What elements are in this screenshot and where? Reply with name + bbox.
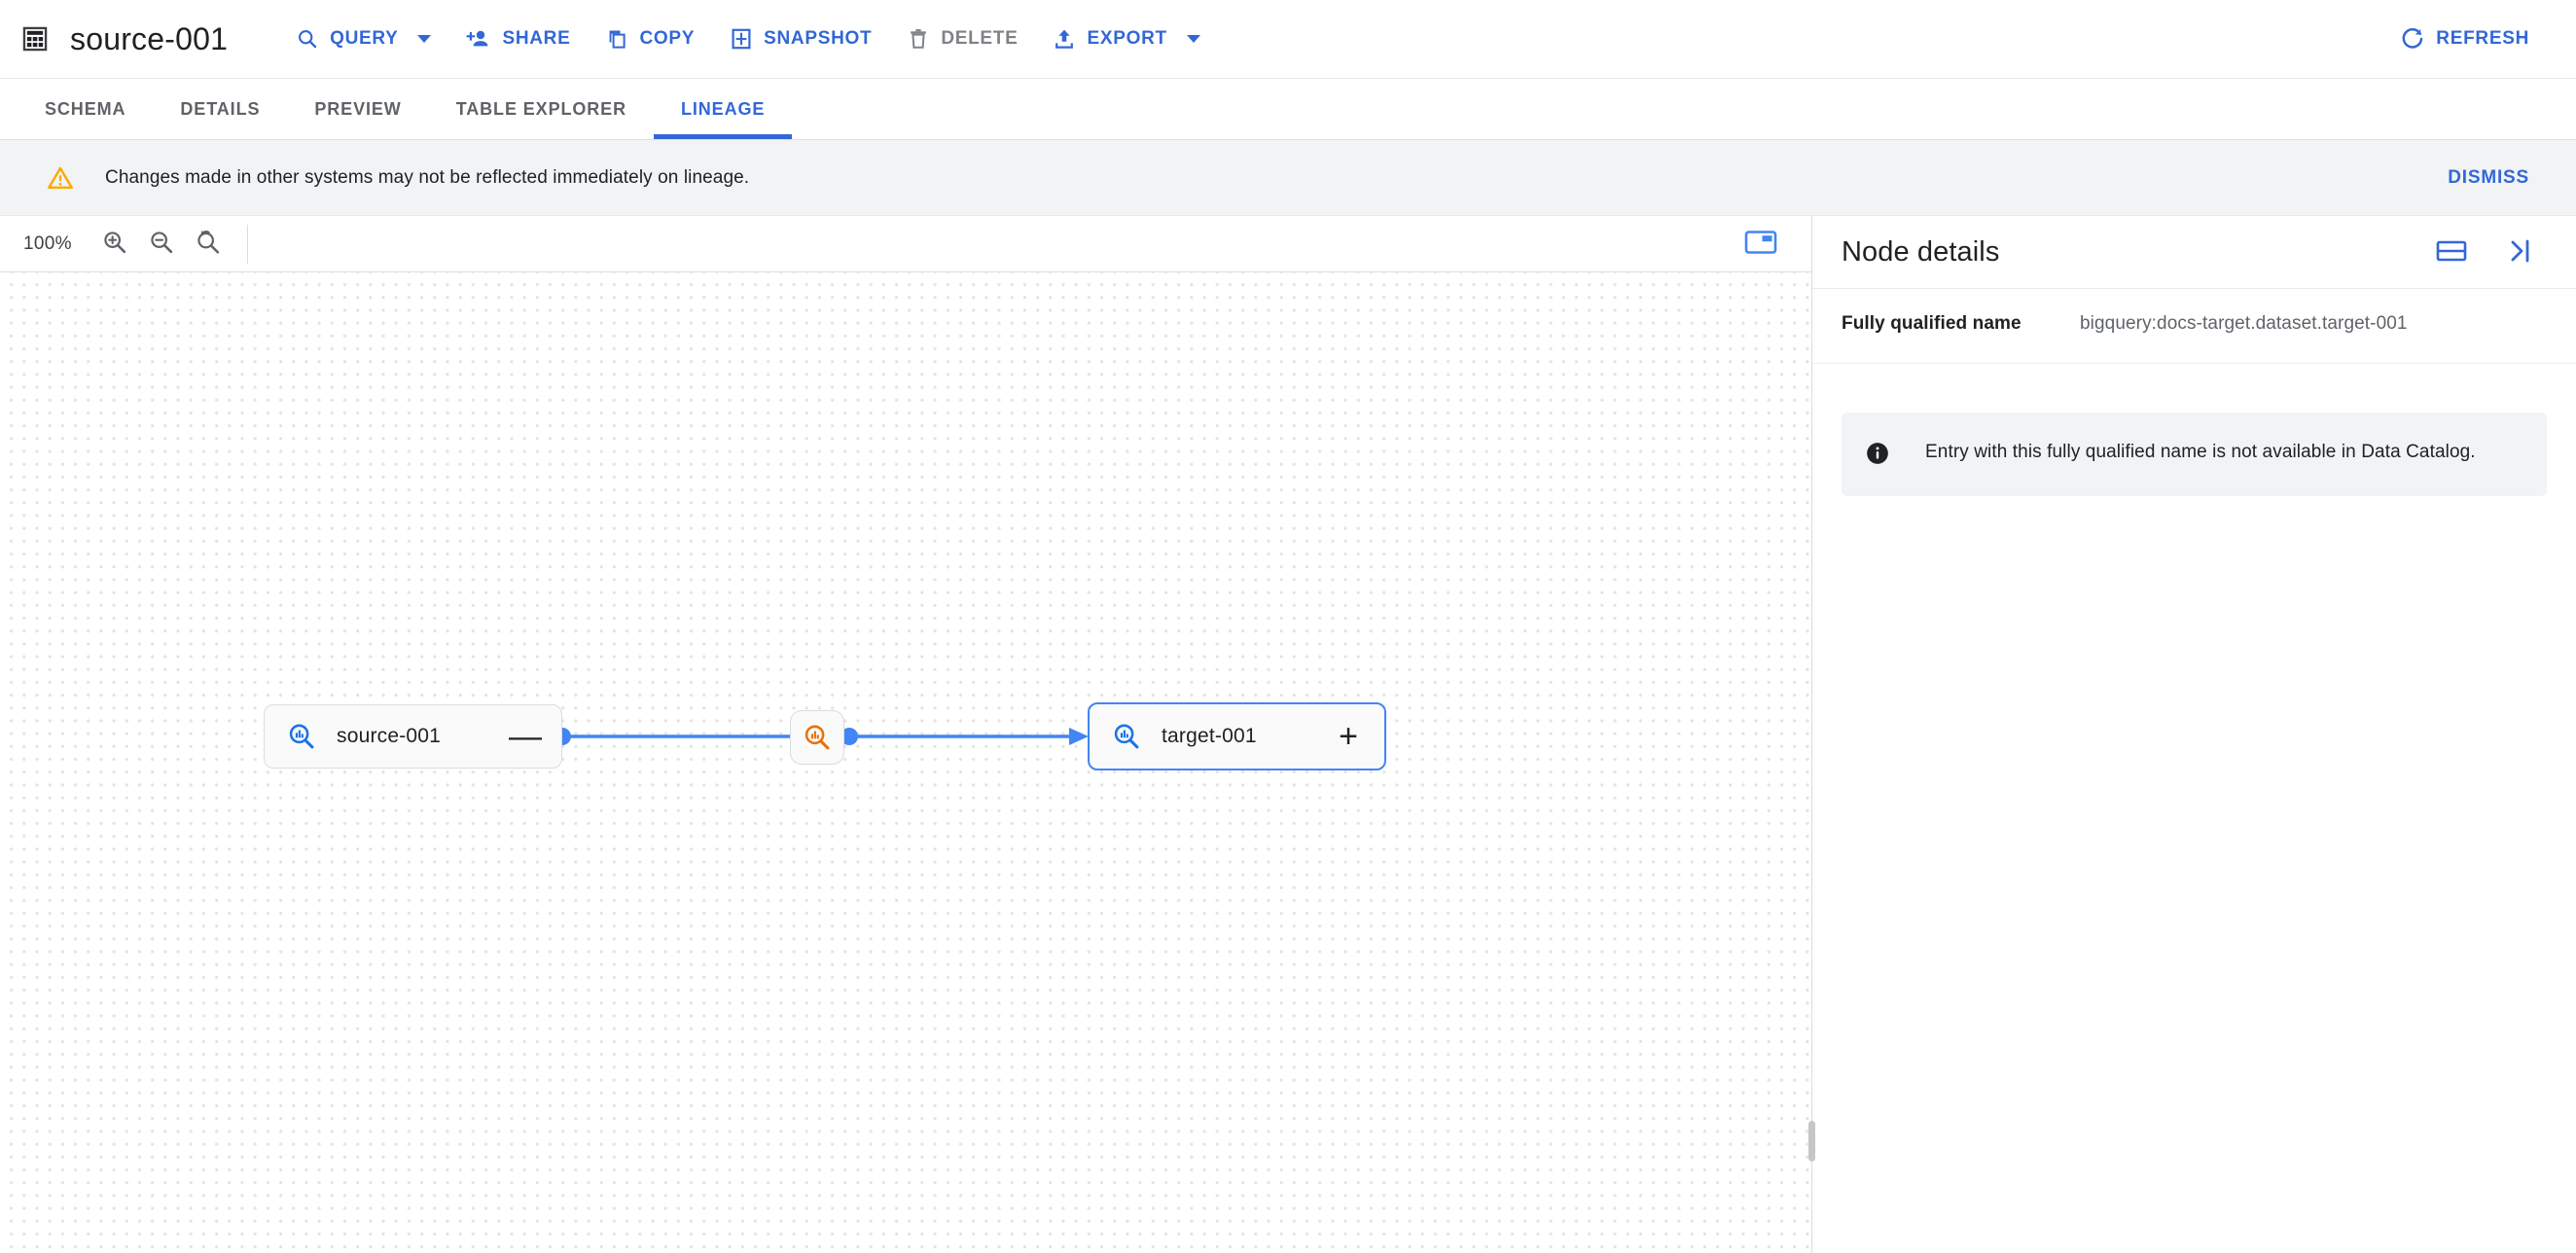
export-button[interactable]: EXPORT — [1035, 10, 1217, 68]
detail-row-fully-qualified-name: Fully qualified name bigquery:docs-targe… — [1812, 289, 2576, 364]
banner-message: Changes made in other systems may not be… — [105, 166, 750, 188]
detail-key: Fully qualified name — [1842, 313, 2021, 334]
zoom-level-label: 100% — [23, 233, 72, 254]
panel-resize-handle[interactable] — [1808, 1121, 1815, 1162]
zoom-in-button[interactable] — [91, 221, 138, 268]
lineage-graph-pane: 100% source-001 — target-001 + — [0, 216, 1811, 1253]
graph-node-target-001[interactable]: target-001 + — [1088, 702, 1386, 770]
export-icon — [1053, 27, 1076, 51]
graph-node-source-001[interactable]: source-001 — — [264, 704, 562, 769]
copy-icon — [605, 27, 628, 51]
export-label: EXPORT — [1087, 28, 1167, 49]
trash-icon — [907, 27, 930, 51]
graph-layer: source-001 — target-001 + — [0, 272, 1811, 1253]
panel-divider — [1808, 216, 1815, 1253]
title-group: source-001 — [21, 21, 228, 57]
top-toolbar: source-001 QUERY SHARE COPY SNAPSHOT DEL… — [0, 0, 2576, 79]
data-catalog-icon — [1111, 721, 1142, 752]
edge-process-to-target — [841, 728, 1089, 745]
refresh-label: REFRESH — [2436, 28, 2529, 49]
detail-value: bigquery:docs-target.dataset.target-001 — [2080, 313, 2408, 334]
info-message: Entry with this fully qualified name is … — [1925, 441, 2476, 462]
zoom-reset-icon — [195, 229, 222, 259]
data-catalog-icon — [286, 721, 317, 752]
toolbar-right: REFRESH — [2382, 10, 2547, 68]
toolbar-divider — [246, 224, 248, 264]
delete-button[interactable]: DELETE — [889, 10, 1035, 68]
share-button[interactable]: SHARE — [448, 10, 588, 68]
toolbar-actions: QUERY SHARE COPY SNAPSHOT DELETE EXPORT — [278, 10, 1218, 68]
copy-button[interactable]: COPY — [588, 10, 712, 68]
zoom-out-button[interactable] — [138, 221, 185, 268]
tab-table-explorer[interactable]: TABLE EXPLORER — [429, 79, 654, 139]
snapshot-label: SNAPSHOT — [764, 28, 873, 49]
split-view-icon — [2436, 238, 2467, 267]
graph-node-label: source-001 — [337, 725, 442, 747]
tab-bar: SCHEMA DETAILS PREVIEW TABLE EXPLORER LI… — [0, 79, 2576, 140]
minimap-icon — [1744, 230, 1777, 258]
chevron-down-icon — [1186, 35, 1200, 43]
panel-title: Node details — [1842, 235, 2000, 268]
copy-label: COPY — [639, 28, 696, 49]
catalog-unavailable-info: Entry with this fully qualified name is … — [1842, 412, 2547, 496]
dismiss-button[interactable]: DISMISS — [2442, 158, 2535, 198]
expand-node-button[interactable]: + — [1334, 720, 1363, 753]
zoom-out-icon — [148, 229, 175, 259]
tab-lineage[interactable]: LINEAGE — [653, 79, 793, 139]
chevron-down-icon — [417, 35, 432, 43]
snapshot-button[interactable]: SNAPSHOT — [712, 10, 889, 68]
collapse-panel-button[interactable] — [2496, 229, 2543, 275]
query-label: QUERY — [330, 28, 399, 49]
info-icon — [1865, 441, 1890, 471]
zoom-reset-button[interactable] — [185, 221, 232, 268]
person-add-icon — [466, 27, 491, 51]
delete-label: DELETE — [941, 28, 1019, 49]
canvas-toolbar: 100% — [0, 216, 1811, 272]
collapse-node-button[interactable]: — — [509, 720, 542, 753]
query-button[interactable]: QUERY — [278, 10, 448, 68]
zoom-in-icon — [101, 229, 128, 259]
table-icon — [21, 25, 49, 53]
page-title: source-001 — [70, 20, 229, 56]
panel-header-actions — [2428, 229, 2543, 275]
minimap-toggle-button[interactable] — [1735, 223, 1786, 266]
snapshot-icon — [730, 27, 753, 51]
lineage-canvas[interactable]: source-001 — target-001 + — [0, 272, 1811, 1253]
tab-schema[interactable]: SCHEMA — [18, 79, 153, 139]
lineage-page: source-001 QUERY SHARE COPY SNAPSHOT DEL… — [0, 0, 2576, 1253]
panel-header: Node details — [1812, 216, 2576, 289]
collapse-panel-icon — [2505, 237, 2534, 268]
refresh-button[interactable]: REFRESH — [2382, 10, 2547, 68]
refresh-icon — [2400, 26, 2425, 52]
process-icon — [802, 722, 833, 753]
warning-icon — [47, 164, 74, 192]
tab-details[interactable]: DETAILS — [153, 79, 287, 139]
node-details-panel: Node details Fully qualified name bigque… — [1812, 216, 2576, 1253]
split-view-button[interactable] — [2428, 229, 2475, 275]
share-label: SHARE — [502, 28, 571, 49]
content-area: 100% source-001 — target-001 + Node deta… — [0, 216, 2576, 1253]
search-icon — [296, 27, 319, 51]
graph-node-label: target-001 — [1162, 725, 1257, 747]
lineage-warning-banner: Changes made in other systems may not be… — [0, 140, 2576, 216]
graph-node-process[interactable] — [790, 710, 844, 765]
tab-preview[interactable]: PREVIEW — [287, 79, 428, 139]
